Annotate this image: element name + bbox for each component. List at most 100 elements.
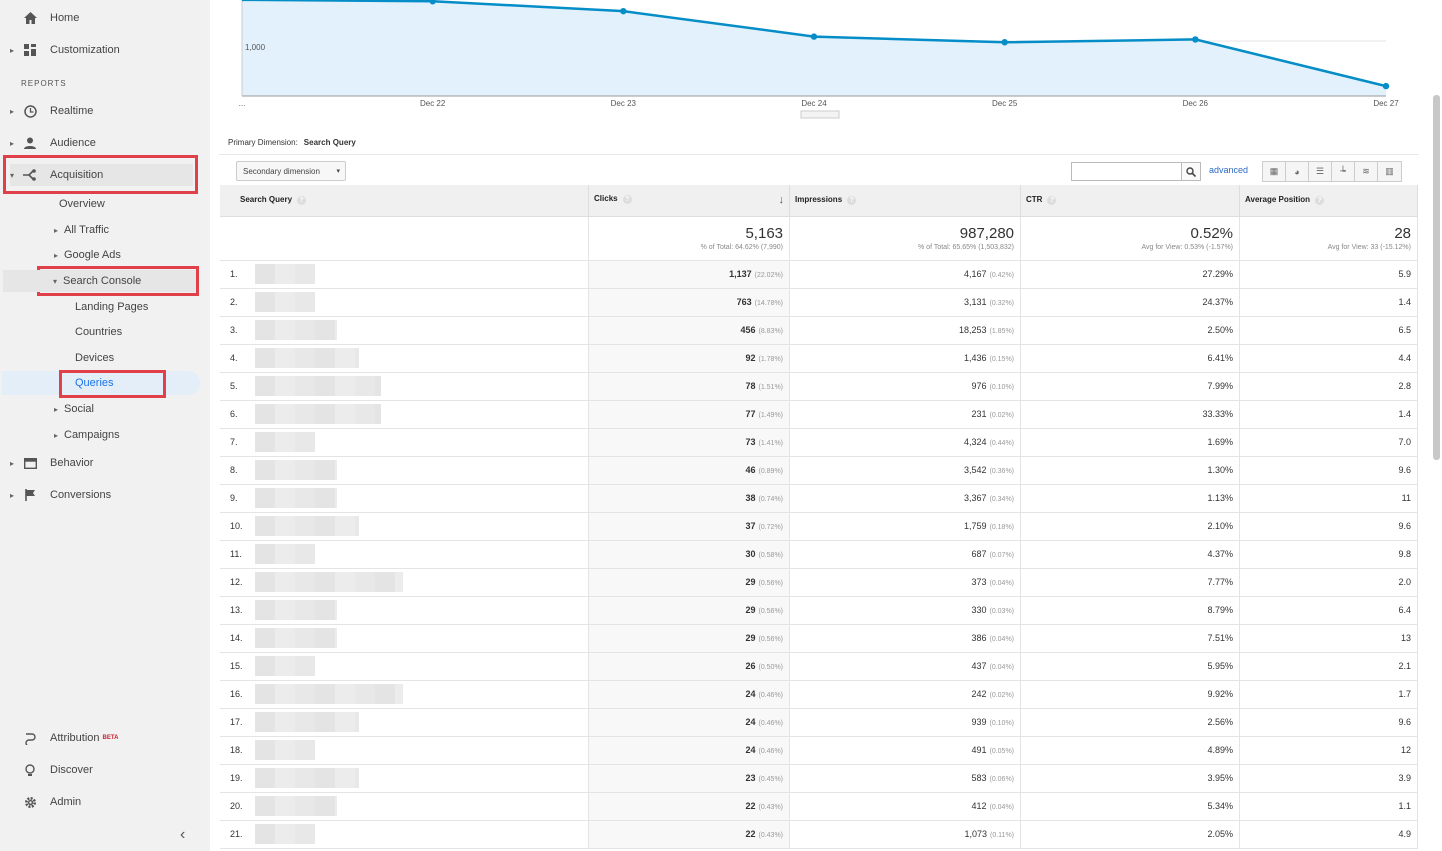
row-number: 16. — [220, 680, 249, 709]
nav-realtime[interactable]: ▸ Realtime — [10, 100, 93, 122]
table-view-icon[interactable]: ▦ — [1263, 162, 1286, 181]
table-row[interactable]: 10. 37 (0.72%) 1,759 (0.18%) 2.10% 9.6 — [220, 512, 1418, 541]
clicks-pct: (0.58%) — [758, 552, 784, 559]
help-icon[interactable]: ? — [622, 195, 632, 205]
table-row[interactable]: 1. 1,137 (22.02%) 4,167 (0.42%) 27.29% 5.9 — [220, 260, 1418, 289]
query-cell[interactable] — [248, 344, 590, 373]
query-cell[interactable] — [248, 372, 590, 401]
query-cell[interactable] — [248, 456, 590, 485]
table-search-input[interactable] — [1071, 162, 1201, 181]
nav-campaigns[interactable]: ▸ Campaigns — [54, 424, 120, 446]
nav-attribution[interactable]: Attribution BETA — [10, 727, 118, 749]
query-cell[interactable] — [248, 624, 590, 653]
nav-acquisition-label: Acquisition — [50, 169, 104, 181]
primary-dimension-value[interactable]: Search Query — [304, 138, 356, 147]
nav-countries[interactable]: Countries — [75, 321, 122, 343]
table-row[interactable]: 14. 29 (0.56%) 386 (0.04%) 7.51% 13 — [220, 624, 1418, 653]
comparison-view-icon[interactable]: ┶ — [1332, 162, 1355, 181]
query-cell[interactable] — [248, 680, 590, 709]
pie-view-icon[interactable]: ◕ — [1286, 162, 1309, 181]
query-cell[interactable] — [248, 568, 590, 597]
nav-customization[interactable]: ▸ Customization — [10, 39, 120, 61]
behavior-icon — [22, 455, 38, 471]
totals-ctr: 0.52% Avg for View: 0.53% (-1.57%) — [1020, 216, 1241, 261]
table-row[interactable]: 3. 456 (8.83%) 18,253 (1.85%) 2.50% 6.5 — [220, 316, 1418, 345]
query-cell[interactable] — [248, 764, 590, 793]
help-icon[interactable]: ? — [297, 196, 307, 206]
nav-home[interactable]: Home — [10, 7, 79, 29]
nav-acquisition[interactable]: ▾ Acquisition — [10, 164, 193, 186]
table-row[interactable]: 8. 46 (0.89%) 3,542 (0.36%) 1.30% 9.6 — [220, 456, 1418, 485]
query-cell[interactable] — [248, 428, 590, 457]
nav-google-ads[interactable]: ▸ Google Ads — [54, 244, 121, 266]
query-cell[interactable] — [248, 484, 590, 513]
collapse-sidebar-icon[interactable]: ‹ — [180, 826, 185, 844]
table-row[interactable]: 13. 29 (0.56%) 330 (0.03%) 8.79% 6.4 — [220, 596, 1418, 625]
nav-social[interactable]: ▸ Social — [54, 398, 94, 420]
search-button[interactable] — [1181, 163, 1200, 180]
totals-position: 28 Avg for View: 33 (-15.12%) — [1239, 216, 1418, 261]
query-cell[interactable] — [248, 260, 590, 289]
x-tick-label: Dec 26 — [1183, 99, 1209, 108]
query-cell[interactable] — [248, 736, 590, 765]
row-number: 4. — [220, 344, 249, 373]
table-row[interactable]: 19. 23 (0.45%) 583 (0.06%) 3.95% 3.9 — [220, 764, 1418, 793]
query-cell[interactable] — [248, 540, 590, 569]
query-cell[interactable] — [248, 316, 590, 345]
table-row[interactable]: 6. 77 (1.49%) 231 (0.02%) 33.33% 1.4 — [220, 400, 1418, 429]
table-row[interactable]: 5. 78 (1.51%) 976 (0.10%) 7.99% 2.8 — [220, 372, 1418, 401]
nav-admin[interactable]: Admin — [10, 791, 81, 813]
table-row[interactable]: 17. 24 (0.46%) 939 (0.10%) 2.56% 9.6 — [220, 708, 1418, 737]
table-row[interactable]: 20. 22 (0.43%) 412 (0.04%) 5.34% 1.1 — [220, 792, 1418, 821]
table-row[interactable]: 9. 38 (0.74%) 3,367 (0.34%) 1.13% 11 — [220, 484, 1418, 513]
nav-behavior[interactable]: ▸ Behavior — [10, 452, 93, 474]
column-average-position[interactable]: Average Position? — [1239, 185, 1418, 217]
ctr-cell: 2.05% — [1020, 820, 1241, 849]
table-row[interactable]: 7. 73 (1.41%) 4,324 (0.44%) 1.69% 7.0 — [220, 428, 1418, 457]
nav-search-console[interactable]: ▾ Search Console — [3, 270, 196, 292]
table-row[interactable]: 12. 29 (0.56%) 373 (0.04%) 7.77% 2.0 — [220, 568, 1418, 597]
expand-caret-icon: ▸ — [10, 490, 15, 500]
term-cloud-icon[interactable]: ≋ — [1355, 162, 1378, 181]
nav-landing-pages[interactable]: Landing Pages — [75, 296, 148, 318]
column-clicks[interactable]: Clicks? ↓ — [588, 185, 791, 217]
query-cell[interactable] — [248, 652, 590, 681]
query-cell[interactable] — [248, 820, 590, 849]
column-search-query[interactable]: Search Query? — [220, 185, 590, 217]
clicks-pct: (0.43%) — [758, 832, 784, 839]
impressions-cell: 1,436 (0.15%) — [789, 344, 1022, 373]
help-icon[interactable]: ? — [847, 196, 857, 206]
nav-discover[interactable]: Discover — [10, 759, 93, 781]
performance-view-icon[interactable]: ☰ — [1309, 162, 1332, 181]
table-row[interactable]: 2. 763 (14.78%) 3,131 (0.32%) 24.37% 1.4 — [220, 288, 1418, 317]
query-cell[interactable] — [248, 792, 590, 821]
table-row[interactable]: 16. 24 (0.46%) 242 (0.02%) 9.92% 1.7 — [220, 680, 1418, 709]
nav-conversions[interactable]: ▸ Conversions — [10, 484, 111, 506]
scrollbar[interactable] — [1433, 95, 1440, 460]
query-cell[interactable] — [248, 708, 590, 737]
table-row[interactable]: 11. 30 (0.58%) 687 (0.07%) 4.37% 9.8 — [220, 540, 1418, 569]
query-cell[interactable] — [248, 288, 590, 317]
table-row[interactable]: 21. 22 (0.43%) 1,073 (0.11%) 2.05% 4.9 — [220, 820, 1418, 849]
position-cell: 12 — [1239, 736, 1418, 765]
column-impressions[interactable]: Impressions? — [789, 185, 1022, 217]
clicks-cell: 30 (0.58%) — [588, 540, 791, 569]
nav-audience[interactable]: ▸ Audience — [10, 132, 96, 154]
query-cell[interactable] — [248, 400, 590, 429]
query-cell[interactable] — [248, 512, 590, 541]
query-cell[interactable] — [248, 596, 590, 625]
nav-overview[interactable]: Overview — [59, 193, 105, 215]
nav-all-traffic[interactable]: ▸ All Traffic — [54, 219, 109, 241]
help-icon[interactable]: ? — [1315, 196, 1325, 206]
nav-queries[interactable]: Queries — [75, 372, 114, 394]
help-icon[interactable]: ? — [1047, 196, 1057, 206]
column-ctr[interactable]: CTR? — [1020, 185, 1241, 217]
advanced-filter-link[interactable]: advanced — [1209, 165, 1248, 175]
table-row[interactable]: 15. 26 (0.50%) 437 (0.04%) 5.95% 2.1 — [220, 652, 1418, 681]
table-row[interactable]: 18. 24 (0.46%) 491 (0.05%) 4.89% 12 — [220, 736, 1418, 765]
pivot-view-icon[interactable]: ▥ — [1378, 162, 1401, 181]
nav-devices[interactable]: Devices — [75, 347, 114, 369]
secondary-dimension-dropdown[interactable]: Secondary dimension ▾ — [236, 161, 346, 181]
table-row[interactable]: 4. 92 (1.78%) 1,436 (0.15%) 6.41% 4.4 — [220, 344, 1418, 373]
clicks-value: 22 — [745, 801, 756, 811]
